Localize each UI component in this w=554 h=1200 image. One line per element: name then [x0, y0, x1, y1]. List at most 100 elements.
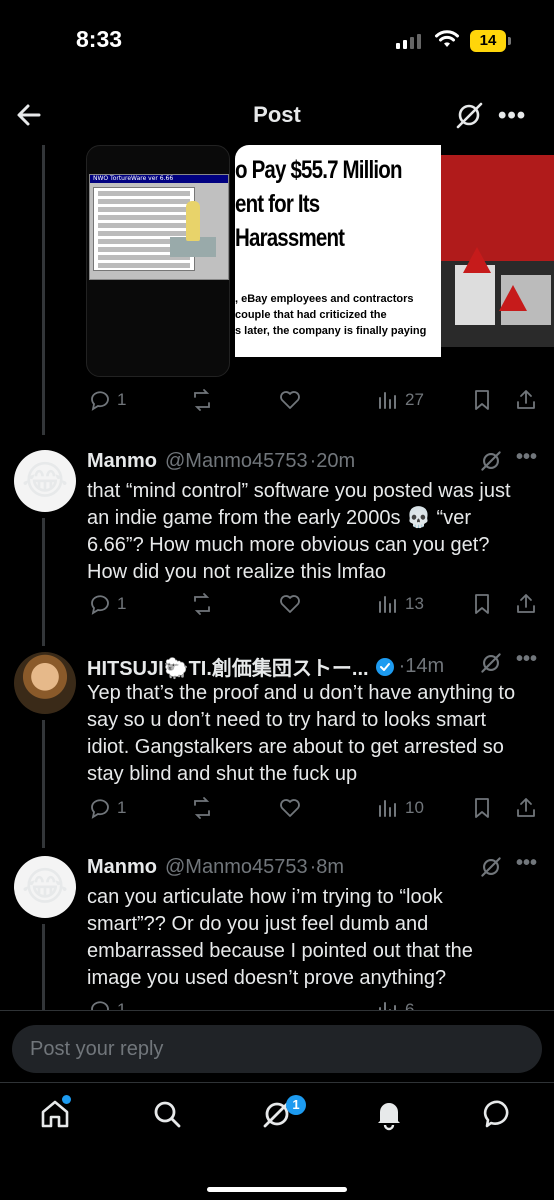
headline-line: Harassment: [235, 224, 345, 252]
reply-button[interactable]: 1: [88, 796, 126, 820]
signal-icon: [396, 34, 421, 49]
tweet-text: can you articulate how i’m trying to “lo…: [87, 886, 473, 989]
share-button[interactable]: [514, 796, 538, 820]
heart-icon: [280, 799, 300, 817]
bookmark-button[interactable]: [470, 592, 494, 616]
headline-line: o Pay $55.7 Million: [235, 156, 403, 184]
post-actions: 1 27: [86, 388, 546, 416]
software-window: NWO TortureWare ver 6.66: [89, 174, 229, 280]
messages-icon[interactable]: [482, 1097, 516, 1131]
bookmark-icon: [475, 594, 489, 614]
article-body: , eBay employees and contractors couple …: [235, 291, 435, 339]
more-icon[interactable]: •••: [516, 648, 537, 671]
media-image-software[interactable]: NWO TortureWare ver 6.66: [86, 145, 230, 377]
tweet-header: Manmo @Manmo45753 ·8m: [87, 856, 344, 879]
more-icon[interactable]: •••: [516, 446, 537, 469]
tweet-header: HITSUJI🐑TI.創価集団ストー... ·14m: [87, 652, 444, 681]
avatar[interactable]: 😂: [14, 856, 76, 918]
views-count: 10: [405, 798, 424, 817]
share-icon: [517, 390, 535, 409]
grok-badge: 1: [286, 1095, 306, 1115]
search-icon[interactable]: [150, 1097, 184, 1131]
tweet-text: Yep that’s the proof and u don’t have an…: [87, 682, 516, 785]
reply-icon: [91, 391, 109, 411]
article-illustration: [441, 155, 554, 347]
reply-count: 1: [117, 798, 127, 817]
more-icon[interactable]: •••: [498, 102, 526, 130]
display-name[interactable]: Manmo: [87, 856, 157, 879]
reply-button[interactable]: 1: [88, 592, 126, 616]
timestamp: ·20m: [309, 450, 356, 472]
like-button[interactable]: [278, 796, 302, 820]
bookmark-button[interactable]: [470, 796, 494, 820]
body-line: , eBay employees and contractors: [235, 293, 414, 305]
headline-line: ent for Its: [235, 190, 320, 218]
more-icon[interactable]: •••: [516, 852, 537, 875]
article-headline: o Pay $55.7 Million ent for Its Harassme…: [235, 153, 440, 255]
tweet-header: Manmo @Manmo45753 ·20m: [87, 450, 355, 473]
status-bar: 8:33 14: [0, 0, 554, 80]
verified-badge-icon: [375, 657, 394, 676]
repost-button[interactable]: [190, 388, 214, 412]
share-button[interactable]: [514, 388, 538, 412]
share-icon: [517, 798, 535, 817]
share-button[interactable]: [514, 592, 538, 616]
thread-line: [42, 720, 45, 848]
article-screenshot: o Pay $55.7 Million ent for Its Harassme…: [235, 145, 441, 357]
home-notification-dot: [62, 1095, 71, 1104]
grok-icon[interactable]: [478, 650, 504, 676]
software-window-title: NWO TortureWare ver 6.66: [90, 175, 228, 183]
reply-composer: Post your reply: [0, 1010, 554, 1080]
repost-button[interactable]: [190, 592, 214, 616]
notifications-icon[interactable]: [372, 1097, 406, 1131]
bookmark-icon: [475, 390, 489, 410]
repost-icon: [194, 389, 210, 411]
reply-count: 1: [117, 390, 127, 409]
media-image-article[interactable]: o Pay $55.7 Million ent for Its Harassme…: [235, 145, 554, 377]
display-name[interactable]: Manmo: [87, 450, 157, 473]
software-figure: [186, 201, 200, 241]
battery-nub: [508, 37, 511, 45]
body-line: s later, the company is finally paying: [235, 325, 427, 337]
handle: @Manmo45753: [165, 856, 308, 878]
repost-icon: [194, 593, 210, 615]
timestamp: ·14m: [398, 655, 445, 677]
battery-indicator: 14: [470, 30, 506, 52]
display-name[interactable]: HITSUJI🐑TI.創価集団ストー...: [87, 652, 369, 681]
views-icon: [379, 392, 396, 409]
views-icon: [379, 800, 396, 817]
heart-icon: [280, 391, 300, 409]
repost-icon: [194, 797, 210, 819]
avatar[interactable]: [14, 652, 76, 714]
software-menu-list: [93, 187, 195, 271]
home-indicator: [207, 1187, 347, 1192]
reply-input[interactable]: Post your reply: [12, 1025, 542, 1073]
post-header: Post •••: [0, 92, 554, 138]
share-icon: [517, 594, 535, 613]
like-button[interactable]: [278, 388, 302, 412]
views-button[interactable]: 27: [376, 388, 424, 412]
body-line: couple that had criticized the: [235, 309, 387, 321]
grok-icon[interactable]: [478, 854, 504, 880]
repost-button[interactable]: [190, 796, 214, 820]
thread-line: [42, 924, 45, 1014]
views-count: 27: [405, 390, 424, 409]
tweet-actions: 1 13: [86, 592, 546, 620]
views-button[interactable]: 13: [376, 592, 424, 616]
like-button[interactable]: [278, 592, 302, 616]
thread-line: [42, 145, 45, 435]
bookmark-button[interactable]: [470, 388, 494, 412]
avatar[interactable]: 😂: [14, 450, 76, 512]
reply-button[interactable]: 1: [88, 388, 126, 412]
tweet-actions: 1 10: [86, 796, 546, 824]
thread-line: [42, 518, 45, 646]
status-time: 8:33: [76, 26, 123, 52]
grok-icon[interactable]: [478, 448, 504, 474]
tweet-text: that “mind control” software you posted …: [87, 480, 511, 583]
bookmark-icon: [475, 798, 489, 818]
views-icon: [379, 596, 396, 613]
heart-icon: [280, 595, 300, 613]
views-button[interactable]: 10: [376, 796, 424, 820]
reply-count: 1: [117, 594, 127, 613]
grok-icon[interactable]: [454, 100, 484, 130]
